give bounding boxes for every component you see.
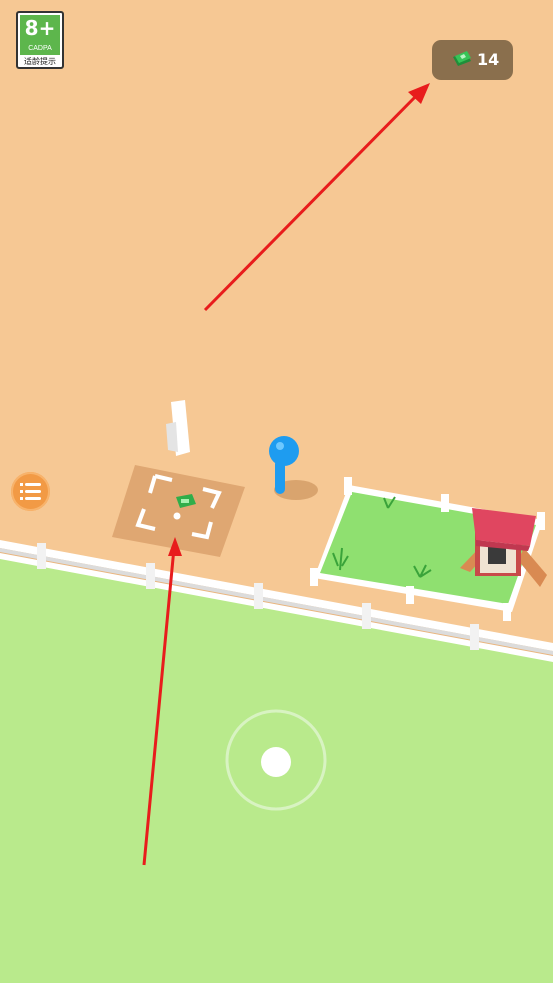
age-rating-number: 8+	[24, 16, 56, 40]
cash-icon	[453, 51, 471, 66]
cash-value: 14	[477, 50, 500, 69]
cash-counter: 14	[432, 40, 513, 80]
age-rating-badge: 8+ CADPA 适龄提示	[16, 11, 64, 69]
menu-button[interactable]	[11, 472, 50, 511]
age-rating-hint: 适龄提示	[24, 57, 56, 66]
age-rating-org: CADPA	[28, 45, 52, 52]
list-icon	[20, 483, 41, 500]
game-world	[0, 0, 553, 983]
